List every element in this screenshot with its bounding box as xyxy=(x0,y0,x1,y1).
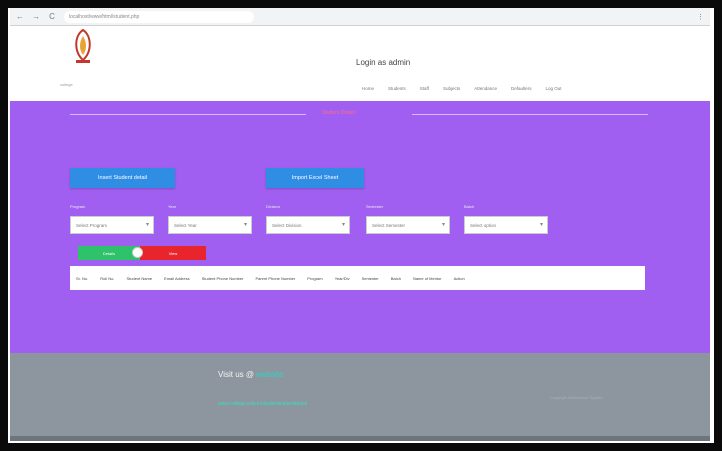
col-sr-no: Sr. No. xyxy=(76,275,89,281)
nav-item-defaulters[interactable]: Defaulters xyxy=(511,86,532,91)
nav-item-home[interactable]: Home xyxy=(362,86,374,91)
insert-student-button[interactable]: Insert Student detail xyxy=(70,168,175,188)
address-text: localhost/www/html/student.php xyxy=(69,13,140,20)
division-select[interactable]: Select Division ▾ xyxy=(266,216,350,234)
program-select-value: Select Program xyxy=(76,222,108,228)
col-year-div: Year/Div xyxy=(334,275,350,281)
footer-bottom-bar xyxy=(10,436,710,441)
col-parent-phone: Parent Phone Number xyxy=(255,275,296,281)
col-roll-no: Roll No. xyxy=(100,275,115,281)
back-icon[interactable]: ← xyxy=(14,11,26,23)
browser-menu-icon[interactable]: ⋮ xyxy=(697,13,704,21)
chevron-down-icon: ▾ xyxy=(539,222,543,228)
visit-link[interactable]: website xyxy=(256,370,283,379)
divider-right xyxy=(412,114,648,115)
batch-select[interactable]: Select option ▾ xyxy=(464,216,548,234)
semester-label: Semester xyxy=(366,204,384,209)
visit-label: Visit us @ xyxy=(218,370,254,379)
footer-copyright: Copyright Attendance System xyxy=(550,395,603,400)
logo-caption: college xyxy=(60,82,73,87)
forward-icon[interactable]: → xyxy=(30,11,42,23)
view-toggle[interactable]: Details View xyxy=(78,246,206,260)
section-heading: Student Details xyxy=(322,110,356,116)
year-select[interactable]: Select Year ▾ xyxy=(168,216,252,234)
batch-label: Batch xyxy=(464,204,475,209)
college-logo xyxy=(75,28,91,63)
col-mentor: Name of Mentor xyxy=(412,275,442,281)
col-program: Program xyxy=(307,275,323,281)
address-bar[interactable]: localhost/www/html/student.php xyxy=(64,10,254,23)
nav-item-students[interactable]: Students xyxy=(388,86,406,91)
nav-item-subjects[interactable]: Subjects xyxy=(443,86,460,91)
chevron-down-icon: ▾ xyxy=(243,222,247,228)
reload-icon[interactable]: C xyxy=(46,11,58,23)
col-semester: Semester xyxy=(361,275,379,281)
site-footer xyxy=(10,353,710,441)
program-select[interactable]: Select Program ▾ xyxy=(70,216,154,234)
browser-toolbar: ← → C localhost/www/html/student.php ⋮ xyxy=(10,8,710,26)
col-student-phone: Student Phone Number xyxy=(201,275,244,281)
toggle-view-label: View xyxy=(168,250,178,256)
toggle-details[interactable]: Details xyxy=(78,246,143,260)
nav-item-logout[interactable]: Log Out xyxy=(546,86,562,91)
chevron-down-icon: ▾ xyxy=(441,222,445,228)
col-student-name: Student Name xyxy=(126,275,153,281)
divider-left xyxy=(70,114,306,115)
program-label: Program xyxy=(70,204,86,209)
col-action: Action xyxy=(453,275,465,281)
year-label: Year xyxy=(168,204,177,209)
browser-actions: ⋮ xyxy=(697,13,704,21)
footer-link[interactable]: www.college.edu.in/students/attendance xyxy=(218,401,307,407)
student-table-header: Sr. No. Roll No. Student Name Email Addr… xyxy=(70,266,645,290)
toggle-details-label: Details xyxy=(102,250,116,256)
division-select-value: Select Division xyxy=(272,222,302,228)
batch-select-value: Select option xyxy=(470,222,497,228)
col-batch: Batch xyxy=(390,275,401,281)
visit-us: Visit us @ website xyxy=(218,370,283,379)
top-nav: Home Students Staff Subjects Attendance … xyxy=(362,86,562,91)
toggle-knob[interactable] xyxy=(132,247,143,258)
semester-select[interactable]: Select Semester ▾ xyxy=(366,216,450,234)
nav-item-staff[interactable]: Staff xyxy=(420,86,429,91)
import-excel-button[interactable]: Import Excel Sheet xyxy=(266,168,364,188)
col-email: Email Address xyxy=(164,275,190,281)
nav-item-attendance[interactable]: Attendance xyxy=(474,86,497,91)
page-title: Login as admin xyxy=(356,58,411,67)
division-label: Division xyxy=(266,204,281,209)
chevron-down-icon: ▾ xyxy=(145,222,149,228)
year-select-value: Select Year xyxy=(174,222,197,228)
toggle-view[interactable]: View xyxy=(140,246,206,260)
semester-select-value: Select Semester xyxy=(372,222,406,228)
chevron-down-icon: ▾ xyxy=(341,222,345,228)
